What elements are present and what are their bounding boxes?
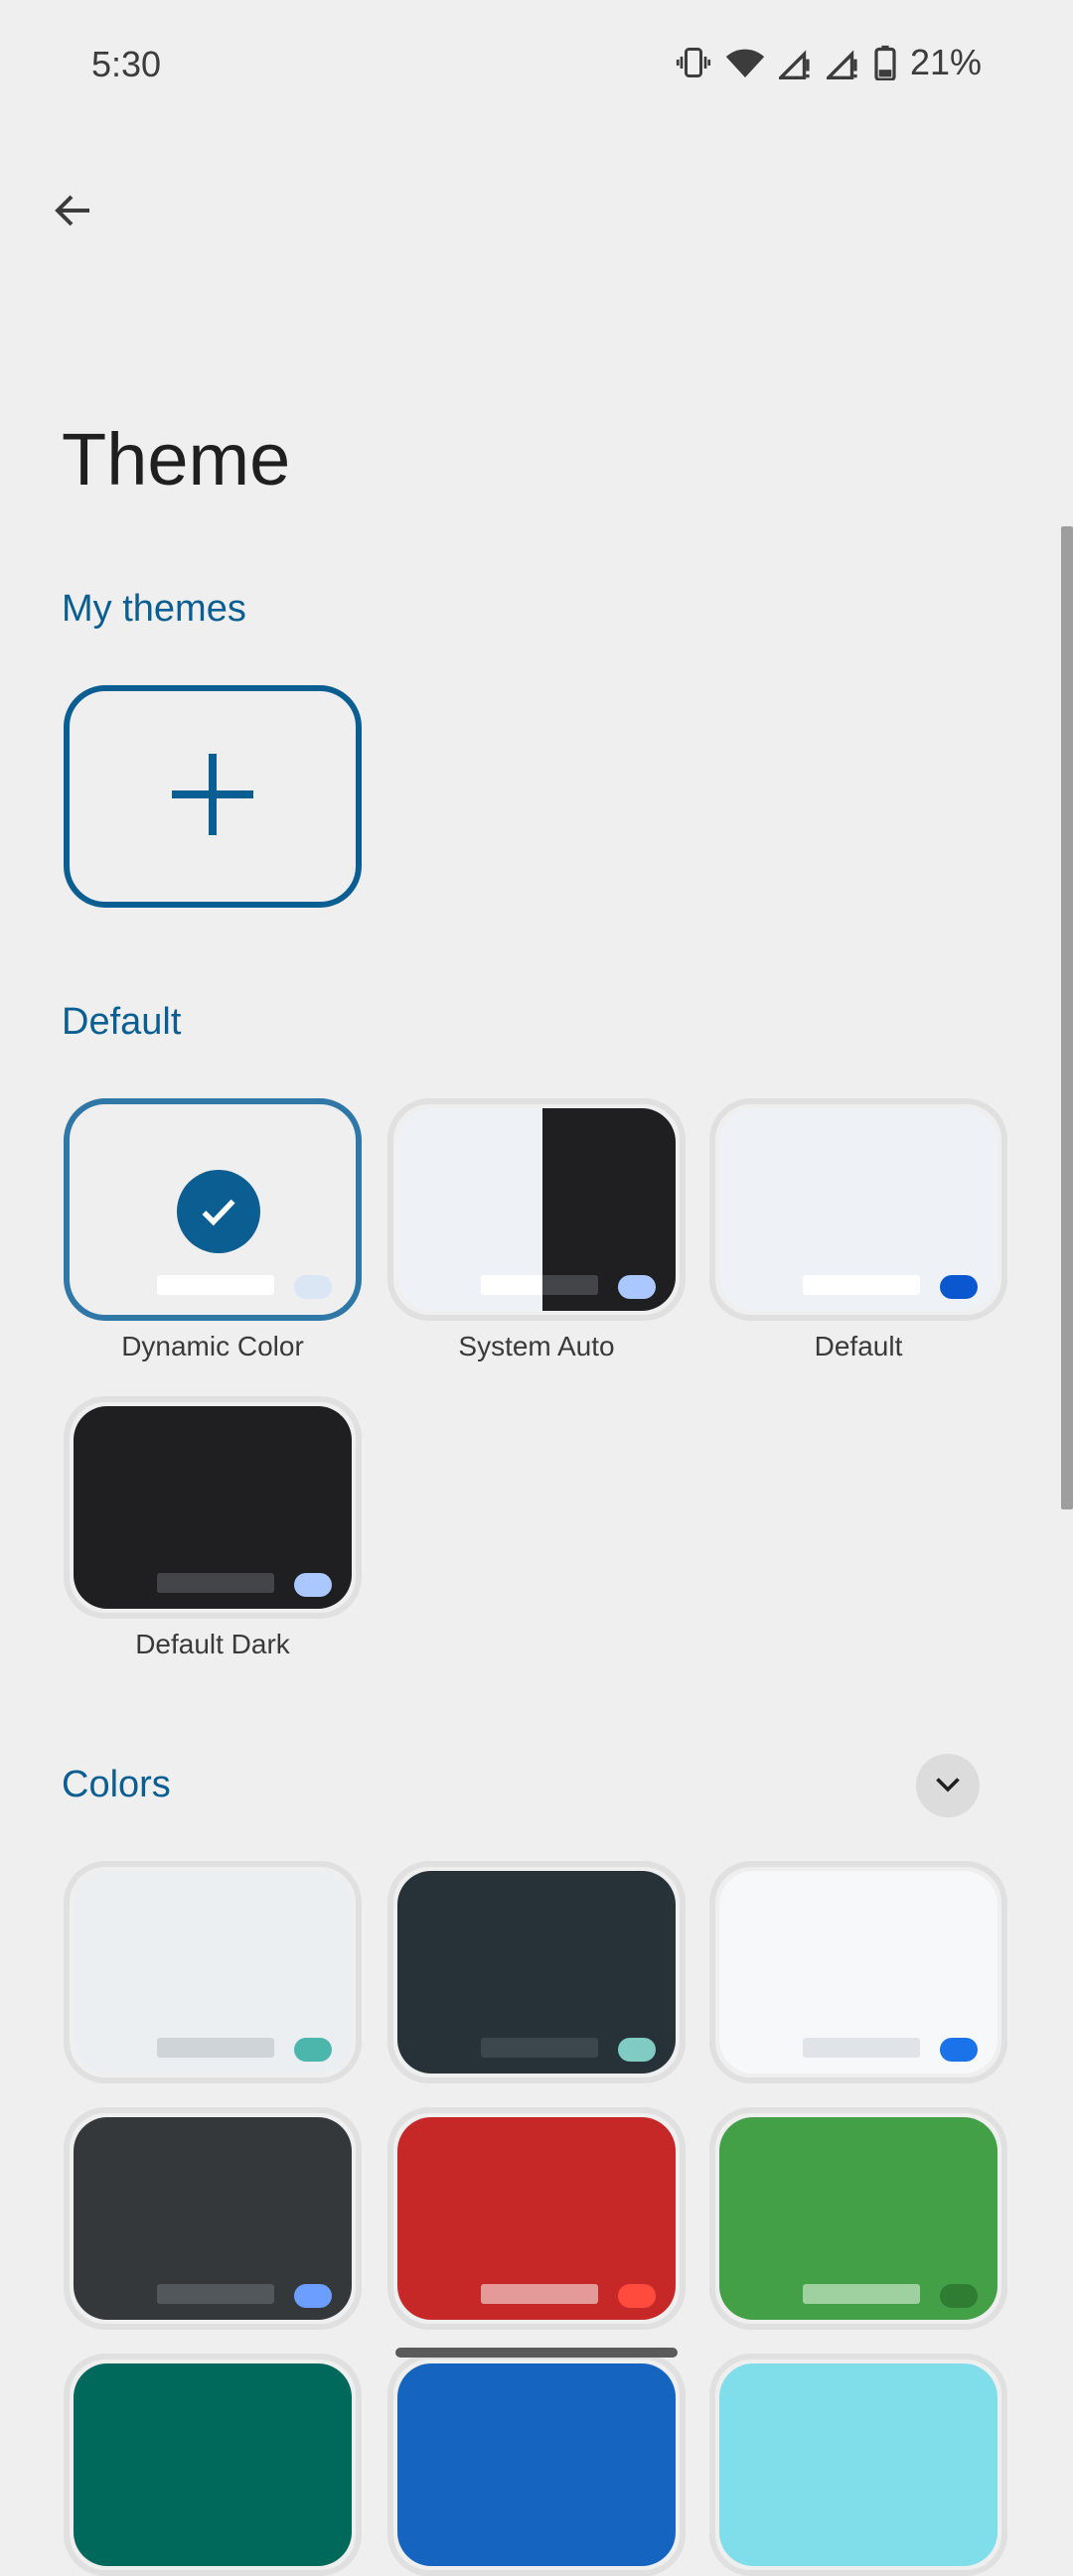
color-swatch-red[interactable]: [387, 2107, 686, 2330]
status-bar: 5:30 21%: [0, 0, 1073, 129]
theme-label-default: Default: [814, 1331, 903, 1361]
vibrate-icon: [676, 45, 711, 80]
battery-percent: 21%: [909, 42, 982, 82]
signal-icon-2: [826, 45, 860, 80]
check-icon: [177, 1170, 260, 1253]
color-swatch-cyan[interactable]: [709, 2354, 1007, 2576]
theme-tile-system-auto[interactable]: [387, 1098, 686, 1321]
page-title: Theme: [62, 418, 291, 501]
plus-icon: [168, 750, 257, 844]
color-swatch-blue-grey[interactable]: [64, 1861, 362, 2083]
color-swatch-green[interactable]: [709, 2107, 1007, 2330]
theme-label-system-auto: System Auto: [458, 1331, 615, 1361]
wifi-icon: [725, 45, 765, 80]
theme-tile-default-dark[interactable]: [64, 1396, 362, 1619]
theme-tile-dynamic-color[interactable]: [64, 1098, 362, 1321]
status-icons: 21%: [676, 42, 982, 83]
section-my-themes: My themes: [62, 588, 246, 630]
back-button[interactable]: [36, 175, 111, 250]
section-colors: Colors: [62, 1764, 171, 1805]
battery-icon: [874, 45, 896, 80]
signal-icon: [778, 45, 813, 80]
color-swatch-dark-slate[interactable]: [387, 1861, 686, 2083]
color-swatch-white[interactable]: [709, 1861, 1007, 2083]
theme-tile-default[interactable]: [709, 1098, 1007, 1321]
color-swatch-charcoal[interactable]: [64, 2107, 362, 2330]
chevron-down-icon: [930, 1766, 966, 1806]
status-time: 5:30: [91, 44, 162, 84]
arrow-back-icon: [50, 187, 97, 239]
theme-label-default-dark: Default Dark: [135, 1629, 290, 1659]
color-swatch-teal[interactable]: [64, 2354, 362, 2576]
theme-label-dynamic-color: Dynamic Color: [121, 1331, 304, 1361]
scrollbar[interactable]: [1061, 526, 1073, 1509]
home-gesture-handle[interactable]: [395, 2348, 678, 2358]
color-swatch-blue[interactable]: [387, 2354, 686, 2576]
colors-expand-button[interactable]: [916, 1754, 980, 1817]
add-theme-button[interactable]: [64, 685, 362, 908]
section-default: Default: [62, 1001, 182, 1043]
